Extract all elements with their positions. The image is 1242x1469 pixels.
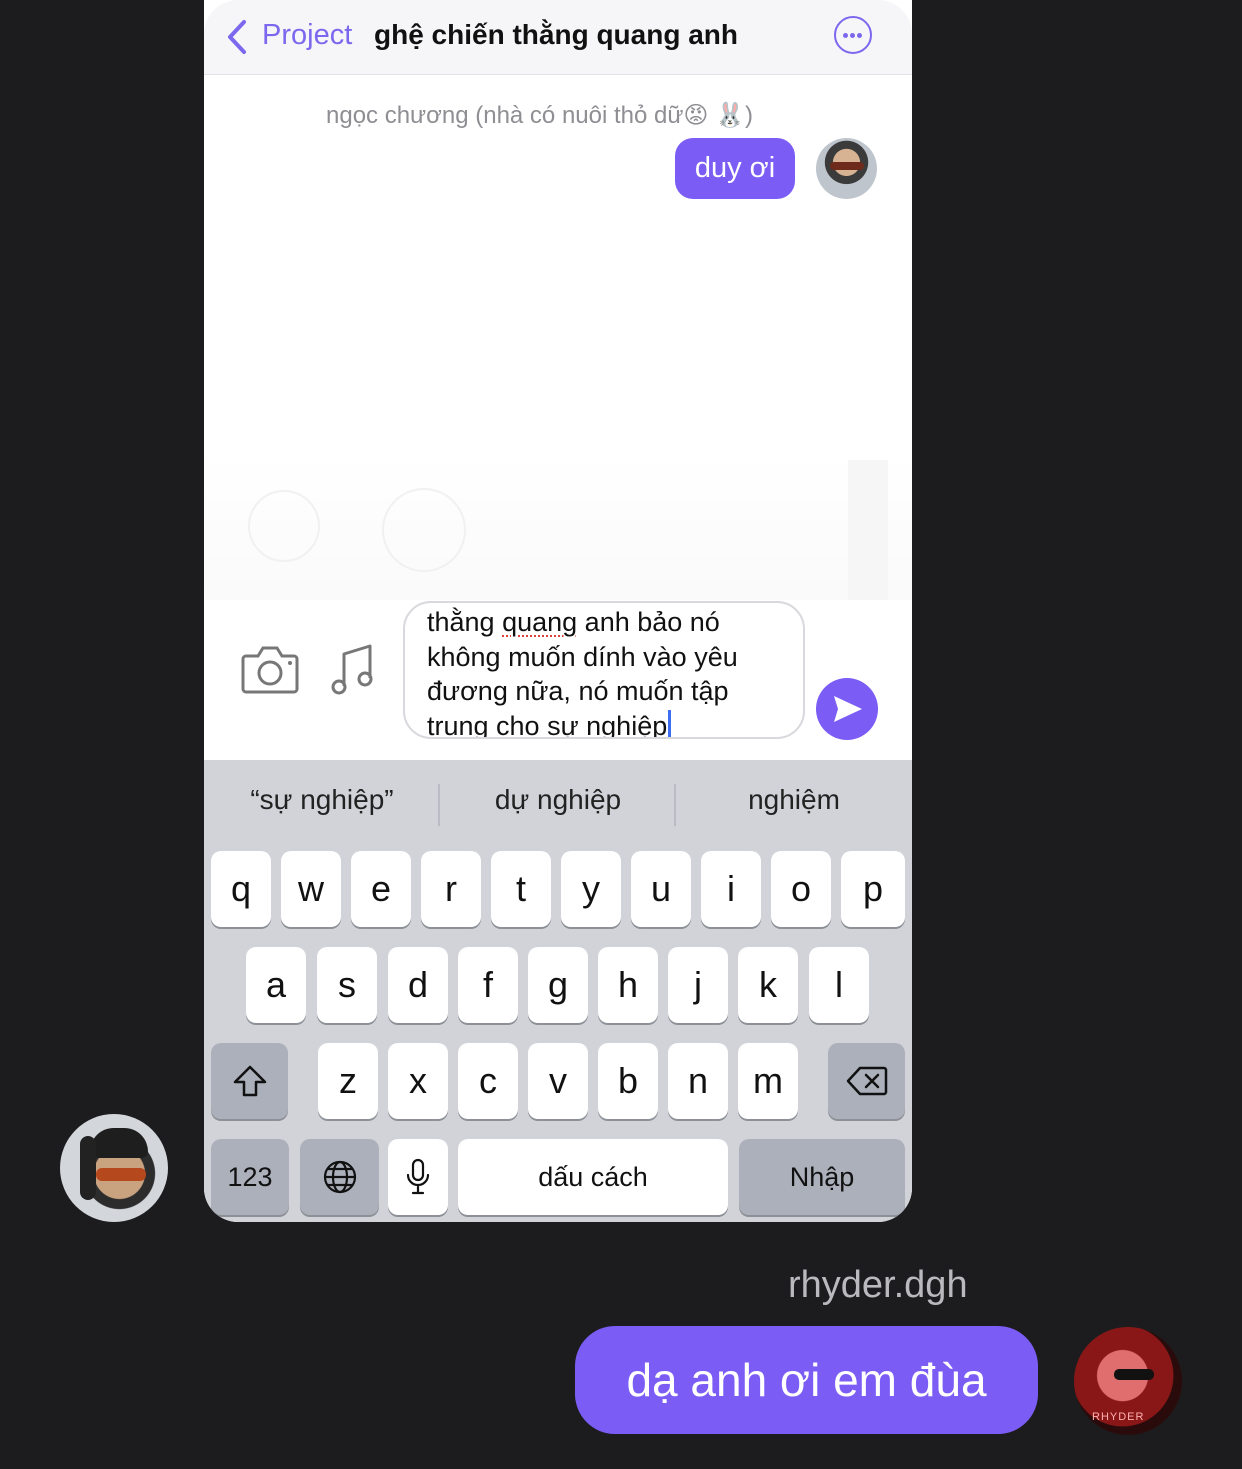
key-o[interactable]: o <box>771 851 831 927</box>
microphone-icon <box>406 1158 430 1195</box>
microphone-key[interactable] <box>388 1139 448 1215</box>
reply-username: rhyder.dgh <box>788 1264 968 1306</box>
back-button[interactable]: Project <box>262 19 352 52</box>
key-i[interactable]: i <box>701 851 761 927</box>
key-n[interactable]: n <box>668 1043 728 1119</box>
numbers-key[interactable]: 123 <box>211 1139 289 1215</box>
space-key[interactable]: dấu cách <box>458 1139 728 1215</box>
chevron-left-icon[interactable] <box>224 18 252 56</box>
key-t[interactable]: t <box>491 851 551 927</box>
key-w[interactable]: w <box>281 851 341 927</box>
faded-background <box>204 450 912 600</box>
key-f[interactable]: f <box>458 947 518 1023</box>
key-a[interactable]: a <box>246 947 306 1023</box>
avatar[interactable] <box>816 138 877 199</box>
key-x[interactable]: x <box>388 1043 448 1119</box>
key-r[interactable]: r <box>421 851 481 927</box>
key-d[interactable]: d <box>388 947 448 1023</box>
input-line: trung cho sự nghiệp <box>427 709 803 739</box>
message-bubble[interactable]: duy ơi <box>675 138 795 199</box>
chat-title: ghệ chiến thằng quang anh <box>374 19 738 50</box>
key-y[interactable]: y <box>561 851 621 927</box>
key-k[interactable]: k <box>738 947 798 1023</box>
key-b[interactable]: b <box>598 1043 658 1119</box>
globe-icon <box>323 1160 356 1194</box>
key-v[interactable]: v <box>528 1043 588 1119</box>
input-line: thằng quang anh bảo nó <box>427 607 720 637</box>
key-m[interactable]: m <box>738 1043 798 1119</box>
sender-name: ngọc chương (nhà có nuôi thỏ dữ😡 🐰) <box>326 102 753 129</box>
keyboard: “sự nghiệp” dự nghiệp nghiệm q w e r t y… <box>204 760 912 1222</box>
globe-key[interactable] <box>300 1139 379 1215</box>
camera-icon[interactable] <box>240 642 300 696</box>
backspace-key[interactable] <box>828 1043 905 1119</box>
suggestion-1[interactable]: “sự nghiệp” <box>207 784 437 816</box>
input-line: đương nữa, nó muốn tập <box>427 676 729 706</box>
backspace-icon <box>846 1066 887 1096</box>
key-e[interactable]: e <box>351 851 411 927</box>
key-z[interactable]: z <box>318 1043 378 1119</box>
key-p[interactable]: p <box>841 851 905 927</box>
avatar-text: RHYDER <box>1092 1411 1145 1423</box>
key-h[interactable]: h <box>598 947 658 1023</box>
embedded-screenshot: Project ghệ chiến thằng quang anh ngọc c… <box>204 0 912 1222</box>
send-icon <box>834 696 862 722</box>
chat-header: Project ghệ chiến thằng quang anh <box>204 0 912 75</box>
more-options-icon[interactable] <box>834 16 872 54</box>
key-l[interactable]: l <box>809 947 869 1023</box>
avatar[interactable] <box>60 1114 168 1222</box>
suggestion-3[interactable]: nghiệm <box>679 784 909 816</box>
key-q[interactable]: q <box>211 851 271 927</box>
return-key[interactable]: Nhập <box>739 1139 905 1215</box>
misspelled-word[interactable]: quang <box>502 607 577 637</box>
send-button[interactable] <box>816 678 878 740</box>
key-j[interactable]: j <box>668 947 728 1023</box>
avatar[interactable]: RHYDER <box>1074 1327 1182 1435</box>
shift-icon <box>233 1065 266 1097</box>
key-s[interactable]: s <box>317 947 377 1023</box>
text-caret <box>668 709 672 737</box>
key-u[interactable]: u <box>631 851 691 927</box>
input-line: không muốn dính vào yêu <box>427 641 738 672</box>
reply-message-bubble[interactable]: dạ anh ơi em đùa <box>575 1326 1038 1434</box>
shift-key[interactable] <box>211 1043 288 1119</box>
message-input[interactable]: thằng quang anh bảo nó không muốn dính v… <box>403 601 805 739</box>
suggestion-2[interactable]: dự nghiệp <box>443 784 673 816</box>
input-line-text: trung cho sự nghiệp <box>427 710 668 739</box>
music-note-icon[interactable] <box>330 642 376 698</box>
key-c[interactable]: c <box>458 1043 518 1119</box>
key-g[interactable]: g <box>528 947 588 1023</box>
